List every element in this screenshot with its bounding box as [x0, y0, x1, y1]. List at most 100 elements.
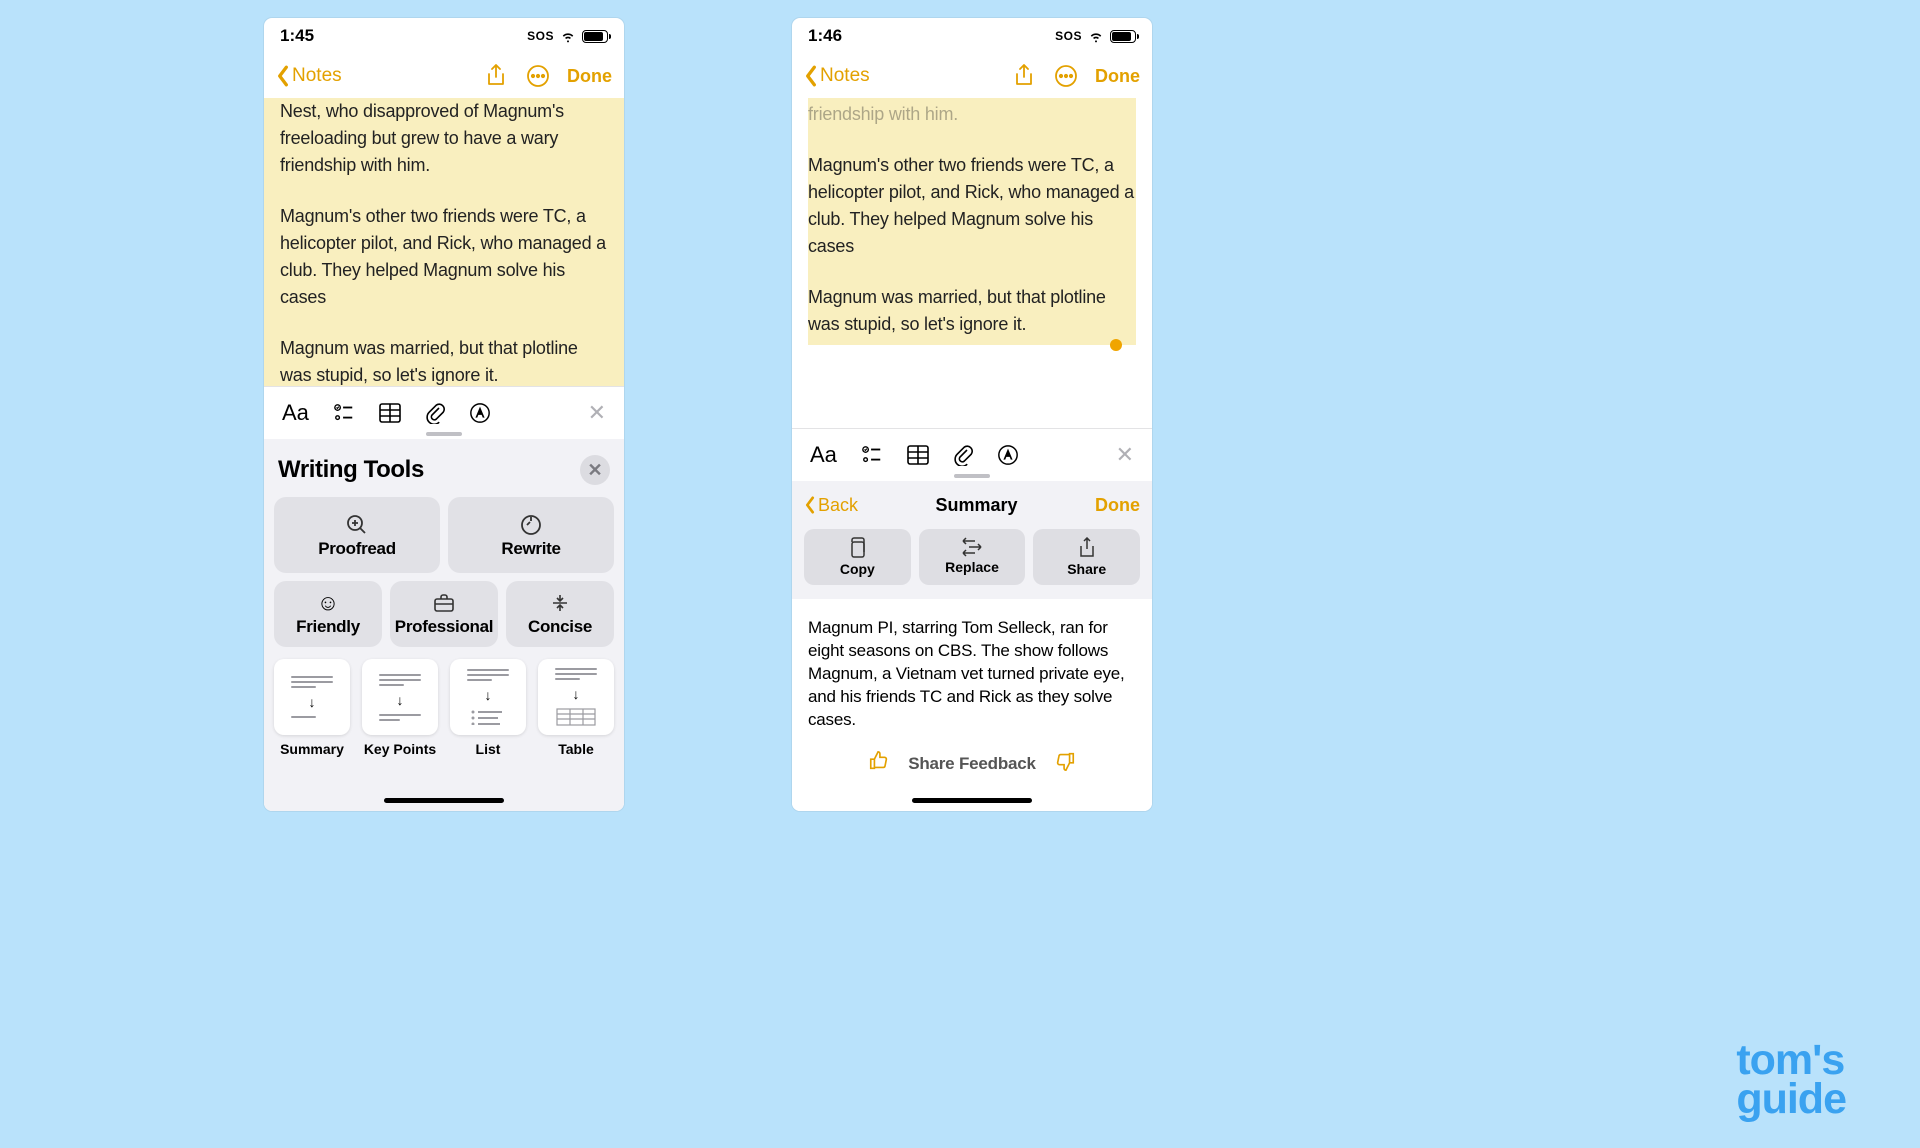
done-button[interactable]: Done: [1095, 66, 1140, 87]
status-bar: 1:45 SOS: [264, 18, 624, 54]
back-button[interactable]: Back: [804, 495, 858, 516]
status-bar: 1:46 SOS: [792, 18, 1152, 54]
attachment-icon[interactable]: [953, 444, 973, 466]
arrow-down-icon: ↓: [309, 694, 316, 710]
table-icon[interactable]: [379, 403, 401, 423]
home-indicator[interactable]: [912, 798, 1032, 803]
button-label: Replace: [945, 559, 999, 575]
concise-button[interactable]: Concise: [506, 581, 614, 647]
compress-icon: [549, 589, 571, 617]
close-icon[interactable]: ✕: [1116, 442, 1134, 468]
format-toolbar: Aa ✕: [264, 386, 624, 439]
wifi-icon: [1088, 28, 1104, 44]
professional-button[interactable]: Professional: [390, 581, 498, 647]
phone-left: 1:45 SOS Notes Done Nest, who disapprove…: [264, 18, 624, 811]
arrow-down-icon: ↓: [485, 687, 492, 703]
button-label: Share: [1067, 561, 1106, 577]
markup-icon[interactable]: [469, 402, 491, 424]
note-paragraph: Magnum was married, but that plotline wa…: [808, 284, 1136, 338]
wifi-icon: [560, 28, 576, 44]
table-card[interactable]: ↓ Table: [538, 659, 614, 758]
back-label: Notes: [292, 65, 342, 87]
panel-title: Writing Tools: [278, 456, 424, 484]
more-icon[interactable]: [525, 63, 551, 89]
button-label: Rewrite: [501, 539, 560, 559]
button-label: Proofread: [318, 539, 396, 559]
button-label: Friendly: [296, 617, 360, 637]
rewrite-icon: [519, 511, 543, 539]
thumbs-down-icon[interactable]: [1054, 750, 1076, 779]
status-time: 1:46: [808, 26, 842, 46]
battery-icon: [1110, 30, 1136, 43]
status-time: 1:45: [280, 26, 314, 46]
done-button[interactable]: Done: [1095, 495, 1140, 516]
button-label: Professional: [395, 617, 493, 637]
note-content[interactable]: freeloading but grew to have a wary frie…: [792, 98, 1152, 428]
smile-icon: ☺: [317, 589, 339, 617]
sos-indicator: SOS: [1055, 29, 1082, 43]
feedback-label[interactable]: Share Feedback: [908, 753, 1036, 776]
markup-icon[interactable]: [997, 444, 1019, 466]
card-label: Summary: [280, 741, 344, 758]
writing-tools-panel: Writing Tools ✕ Proofread Rewrite ☺ Frie…: [264, 439, 624, 811]
summary-body: Magnum PI, starring Tom Selleck, ran for…: [792, 599, 1152, 811]
note-paragraph: Nest, who disapproved of Magnum's freelo…: [280, 98, 608, 179]
done-button[interactable]: Done: [567, 66, 612, 87]
replace-button[interactable]: Replace: [919, 529, 1026, 585]
checklist-icon[interactable]: [861, 444, 883, 466]
share-icon[interactable]: [483, 63, 509, 89]
rewrite-button[interactable]: Rewrite: [448, 497, 614, 573]
format-toolbar: Aa ✕: [792, 428, 1152, 481]
share-button[interactable]: Share: [1033, 529, 1140, 585]
card-label: Key Points: [364, 741, 436, 758]
card-label: Table: [558, 741, 594, 758]
grabber[interactable]: [954, 474, 990, 478]
friendly-button[interactable]: ☺ Friendly: [274, 581, 382, 647]
briefcase-icon: [433, 589, 455, 617]
note-content[interactable]: Nest, who disapproved of Magnum's freelo…: [264, 98, 624, 386]
nav-bar: Notes Done: [264, 54, 624, 98]
table-icon[interactable]: [907, 445, 929, 465]
note-paragraph: Magnum was married, but that plotline wa…: [280, 335, 608, 386]
phone-right: 1:46 SOS Notes Done freeloading b: [792, 18, 1152, 811]
home-indicator[interactable]: [384, 798, 504, 803]
text-format-icon[interactable]: Aa: [810, 442, 837, 468]
button-label: Copy: [840, 561, 875, 577]
arrow-down-icon: ↓: [573, 686, 580, 702]
checklist-icon[interactable]: [333, 402, 355, 424]
card-label: List: [476, 741, 501, 758]
copy-button[interactable]: Copy: [804, 529, 911, 585]
attachment-icon[interactable]: [425, 402, 445, 424]
back-label: Notes: [820, 65, 870, 87]
back-label: Back: [818, 495, 858, 516]
keypoints-card[interactable]: ↓ Key Points: [362, 659, 438, 758]
copy-icon: [847, 537, 867, 559]
magnify-icon: [345, 511, 369, 539]
selection-handle[interactable]: [1110, 339, 1122, 351]
list-card[interactable]: ↓ List: [450, 659, 526, 758]
note-paragraph: Magnum's other two friends were TC, a he…: [808, 152, 1136, 260]
more-icon[interactable]: [1053, 63, 1079, 89]
arrow-down-icon: ↓: [397, 692, 404, 708]
text-format-icon[interactable]: Aa: [282, 400, 309, 426]
watermark: tom'sguide: [1736, 1041, 1846, 1120]
grabber[interactable]: [426, 432, 462, 436]
share-icon[interactable]: [1011, 63, 1037, 89]
note-paragraph: freeloading but grew to have a wary frie…: [808, 98, 1136, 128]
summary-card[interactable]: ↓ Summary: [274, 659, 350, 758]
thumbs-up-icon[interactable]: [868, 750, 890, 779]
note-paragraph: Magnum's other two friends were TC, a he…: [280, 203, 608, 311]
close-icon[interactable]: ✕: [588, 400, 606, 426]
summary-panel: Back Summary Done Copy Replace Share: [792, 481, 1152, 811]
back-button[interactable]: Notes: [276, 65, 342, 87]
button-label: Concise: [528, 617, 592, 637]
share-icon: [1078, 537, 1096, 559]
proofread-button[interactable]: Proofread: [274, 497, 440, 573]
sos-indicator: SOS: [527, 29, 554, 43]
nav-bar: Notes Done: [792, 54, 1152, 98]
panel-title: Summary: [935, 495, 1017, 516]
replace-icon: [961, 537, 983, 557]
back-button[interactable]: Notes: [804, 65, 870, 87]
close-icon[interactable]: ✕: [580, 455, 610, 485]
battery-icon: [582, 30, 608, 43]
